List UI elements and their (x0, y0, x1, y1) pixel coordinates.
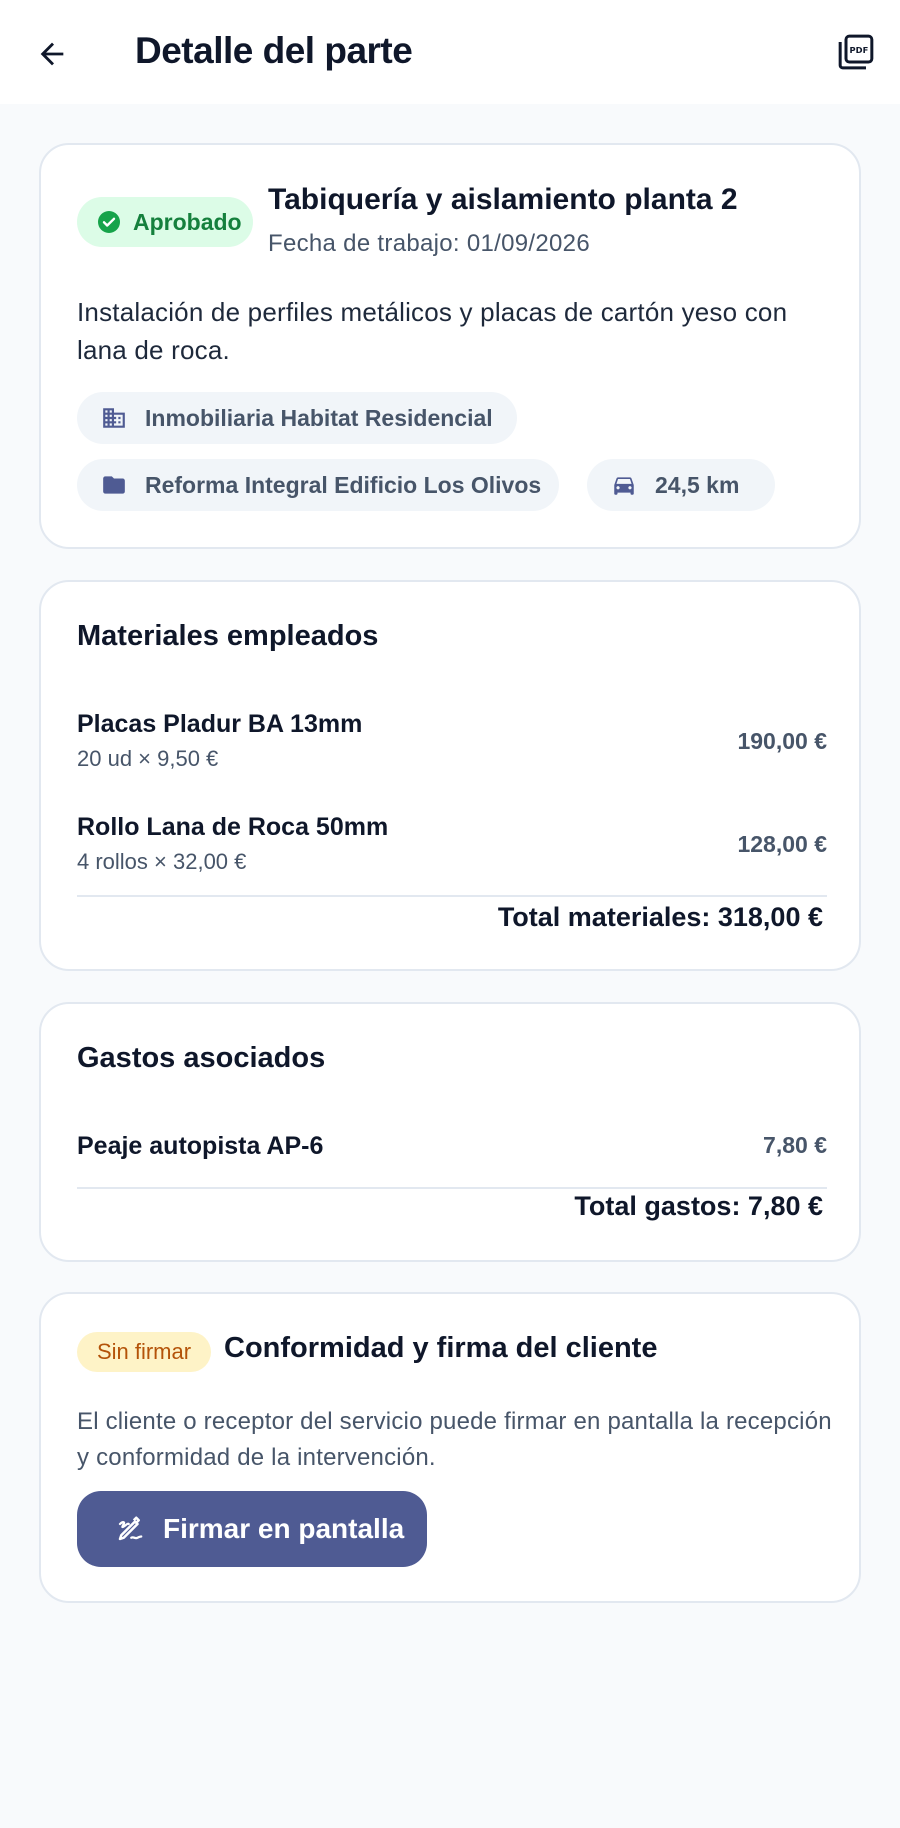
work-summary-card: Aprobado Tabiquería y aislamiento planta… (39, 143, 861, 549)
signature-description: El cliente o receptor del servicio puede… (77, 1408, 832, 1471)
building-icon (103, 408, 125, 428)
status-label: Aprobado (133, 208, 242, 235)
app-bar: Detalle del parte PDF (0, 0, 900, 104)
material-price: 190,00 € (737, 728, 827, 754)
car-icon (614, 477, 634, 495)
work-title: Tabiquería y aislamiento planta 2 (268, 183, 738, 216)
expense-name: Peaje autopista AP-6 (77, 1132, 324, 1160)
expenses-title: Gastos asociados (77, 1042, 326, 1074)
expenses-total: Total gastos: 7,80 € (574, 1191, 823, 1221)
svg-text:PDF: PDF (850, 45, 869, 55)
materials-total: Total materiales: 318,00 € (497, 902, 823, 932)
sign-button-label: Firmar en pantalla (163, 1513, 405, 1544)
pdf-icon: PDF (838, 34, 874, 70)
signature-status-label: Sin firmar (96, 1339, 192, 1364)
material-price: 128,00 € (737, 831, 827, 857)
arrow-left-icon (40, 42, 64, 66)
page-title: Detalle del parte (135, 30, 413, 71)
signature-card: Sin firmar Conformidad y firma del clien… (39, 1292, 861, 1603)
material-name: Rollo Lana de Roca 50mm (77, 813, 389, 841)
material-quantity: 20 ud × 9,50 € (77, 746, 219, 771)
project-name: Reforma Integral Edificio Los Olivos (145, 471, 542, 498)
client-chip: Inmobiliaria Habitat Residencial (77, 392, 517, 444)
materials-card: Materiales empleados Placas Pladur BA 13… (39, 580, 861, 971)
sign-on-screen-button[interactable]: Firmar en pantalla (77, 1491, 427, 1567)
expense-price: 7,80 € (763, 1132, 827, 1158)
divider (77, 895, 827, 897)
signature-icon (118, 1516, 143, 1541)
back-button[interactable] (28, 30, 76, 78)
work-description: Instalación de perfiles metálicos y plac… (77, 297, 788, 365)
pdf-export-button[interactable]: PDF (832, 28, 880, 76)
material-quantity: 4 rollos × 32,00 € (77, 849, 247, 874)
client-name: Inmobiliaria Habitat Residencial (145, 404, 493, 431)
expense-row: Peaje autopista AP-6 7,80 € (77, 1132, 827, 1172)
material-name: Placas Pladur BA 13mm (77, 710, 363, 738)
materials-title: Materiales empleados (77, 620, 379, 652)
distance-value: 24,5 km (655, 471, 740, 498)
expenses-card: Gastos asociados Peaje autopista AP-6 7,… (39, 1002, 861, 1262)
check-circle-icon (98, 211, 120, 233)
status-badge-unsigned: Sin firmar (77, 1332, 211, 1372)
distance-chip: 24,5 km (587, 459, 775, 511)
material-row: Placas Pladur BA 13mm 20 ud × 9,50 € 190… (77, 710, 827, 780)
work-date: Fecha de trabajo: 01/09/2026 (268, 230, 590, 257)
signature-title: Conformidad y firma del cliente (224, 1332, 658, 1364)
status-badge-approved: Aprobado (77, 197, 253, 247)
folder-icon (103, 476, 125, 494)
divider (77, 1187, 827, 1189)
material-row: Rollo Lana de Roca 50mm 4 rollos × 32,00… (77, 813, 827, 883)
project-chip: Reforma Integral Edificio Los Olivos (77, 459, 559, 511)
